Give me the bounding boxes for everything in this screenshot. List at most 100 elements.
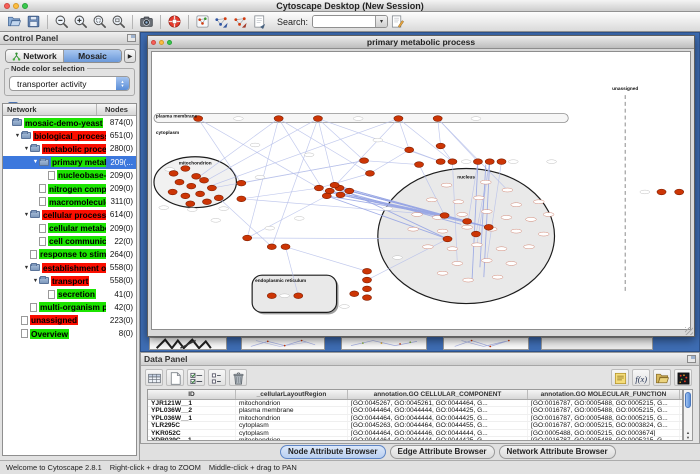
- node-label-pill[interactable]: [265, 226, 275, 230]
- attribute-matrix-button[interactable]: [674, 369, 692, 386]
- table-column-header[interactable]: annotation.GO MOLECULAR_FUNCTION: [528, 390, 680, 399]
- search-options-button[interactable]: [388, 13, 407, 31]
- table-cell[interactable]: [GO:0005488, GO:0005215, GO:0003674]: [528, 430, 680, 436]
- graph-edge[interactable]: [409, 150, 440, 162]
- graph-node[interactable]: [187, 183, 196, 189]
- node-label-pill[interactable]: [480, 180, 491, 184]
- graph-node[interactable]: [443, 236, 452, 242]
- graph-node[interactable]: [274, 116, 283, 122]
- node-label-pill[interactable]: [452, 261, 463, 265]
- node-color-select[interactable]: transporter activity ▲▼: [9, 76, 130, 91]
- node-label-pill[interactable]: [373, 138, 383, 142]
- table-cell[interactable]: YPL036W__2: [148, 407, 236, 413]
- network-window-titlebar[interactable]: primary metabolic process: [148, 36, 694, 49]
- tree-row[interactable]: unassigned223(0): [3, 314, 136, 327]
- zoom-fit-button[interactable]: [109, 13, 128, 31]
- expand-arrow-icon[interactable]: ▼: [32, 278, 39, 284]
- tree-row[interactable]: cellular metabol209(0): [3, 222, 136, 235]
- tree-row[interactable]: response to stimulu264(0): [3, 248, 136, 261]
- tab-network[interactable]: Network: [6, 50, 63, 62]
- graph-node[interactable]: [360, 158, 369, 164]
- graph-node[interactable]: [362, 295, 371, 301]
- scrollbar-thumb[interactable]: [685, 392, 691, 408]
- node-label-pill[interactable]: [472, 243, 483, 247]
- background-window-thumbnail[interactable]: [541, 337, 653, 350]
- table-cell[interactable]: [GO:0044464, GO:0044446, GO:0044444, G..…: [348, 430, 528, 436]
- tab-mosaic[interactable]: Mosaic: [64, 50, 121, 62]
- node-label-pill[interactable]: [340, 305, 350, 309]
- network-manager-button[interactable]: [193, 13, 212, 31]
- more-tabs-button[interactable]: ▶: [124, 49, 136, 63]
- network-view-window[interactable]: primary metabolic process plasma: [147, 35, 695, 337]
- table-column-header[interactable]: _cellularLayoutRegion: [236, 390, 348, 399]
- graph-node[interactable]: [237, 180, 246, 186]
- table-cell[interactable]: YKR052C: [148, 430, 236, 436]
- table-cell[interactable]: [GO:0016787, GO:0005488, GO:0005215, G..…: [528, 407, 680, 413]
- unselect-all-attributes-button[interactable]: [208, 369, 226, 386]
- import-network-button[interactable]: [212, 13, 231, 31]
- graph-node[interactable]: [362, 286, 371, 292]
- network-canvas[interactable]: plasma membrane cytoplasm mitochondrion …: [151, 51, 691, 330]
- graph-node[interactable]: [207, 185, 216, 191]
- tree-row[interactable]: ▼biological_process651(0): [3, 129, 136, 142]
- select-all-attributes-button[interactable]: [187, 369, 205, 386]
- node-label-pill[interactable]: [471, 117, 481, 121]
- zoom-selected-button[interactable]: [90, 13, 109, 31]
- graph-node[interactable]: [313, 116, 322, 122]
- table-cell[interactable]: [GO:0044464, GO:0044444, GO:0044425, G..…: [348, 437, 528, 441]
- graph-edge[interactable]: [335, 119, 399, 187]
- node-label-pill[interactable]: [250, 143, 260, 147]
- tree-row[interactable]: ▼metabolic process280(0): [3, 142, 136, 155]
- node-label-pill[interactable]: [492, 275, 503, 279]
- table-cell[interactable]: YLR295C: [148, 422, 236, 428]
- expand-arrow-icon[interactable]: ▼: [23, 146, 30, 152]
- table-cell[interactable]: [GO:0044464, GO:0044444, GO:0044425, G..…: [348, 415, 528, 421]
- table-cell[interactable]: mitochondrion: [236, 415, 348, 421]
- table-cell[interactable]: [GO:0016787, GO:0005215, GO:0003824, G..…: [528, 422, 680, 428]
- table-cell[interactable]: plasma membrane: [236, 407, 348, 413]
- graph-edge[interactable]: [272, 119, 318, 247]
- graph-edge[interactable]: [364, 161, 419, 165]
- tree-row[interactable]: ▼cellular process614(0): [3, 208, 136, 221]
- node-label-pill[interactable]: [437, 271, 448, 275]
- graph-node[interactable]: [181, 166, 190, 172]
- tab-node-attribute-browser[interactable]: Node Attribute Browser: [280, 445, 386, 459]
- graph-node[interactable]: [243, 235, 252, 241]
- graph-node[interactable]: [485, 159, 494, 165]
- node-label-pill[interactable]: [481, 210, 492, 214]
- background-window-thumbnail[interactable]: [241, 337, 325, 350]
- select-attributes-button[interactable]: [145, 369, 163, 386]
- node-label-pill[interactable]: [233, 117, 243, 121]
- tab-network-attribute-browser[interactable]: Network Attribute Browser: [499, 445, 616, 459]
- node-label-pill[interactable]: [547, 160, 557, 164]
- graph-node[interactable]: [169, 171, 178, 177]
- graph-node[interactable]: [675, 189, 684, 195]
- search-dropdown-button[interactable]: ▾: [375, 16, 387, 27]
- graph-node[interactable]: [186, 201, 195, 207]
- graph-node[interactable]: [436, 159, 445, 165]
- table-row[interactable]: YPL036W__1mitochondrion[GO:0044464, GO:0…: [148, 415, 682, 422]
- tree-row[interactable]: mosaic-demo-yeast874(0): [3, 116, 136, 129]
- table-cell[interactable]: [GO:0045263, GO:0044464, GO:0044455, G..…: [348, 422, 528, 428]
- graph-node[interactable]: [200, 177, 209, 183]
- node-label-pill[interactable]: [255, 175, 265, 179]
- node-label-pill[interactable]: [383, 207, 393, 211]
- graph-edge[interactable]: [241, 188, 319, 199]
- scrollbar-arrows[interactable]: ▲▼: [684, 430, 692, 440]
- help-button[interactable]: [165, 13, 184, 31]
- table-row[interactable]: YLR295Ccytoplasm[GO:0045263, GO:0044464,…: [148, 422, 682, 429]
- node-label-pill[interactable]: [481, 259, 492, 263]
- table-column-header[interactable]: ID: [148, 390, 236, 399]
- graph-node[interactable]: [657, 189, 666, 195]
- node-label-pill[interactable]: [502, 188, 513, 192]
- graph-node[interactable]: [345, 188, 354, 194]
- graph-node[interactable]: [168, 189, 177, 195]
- node-label-pill[interactable]: [426, 198, 437, 202]
- graph-node[interactable]: [237, 196, 246, 202]
- node-label-pill[interactable]: [457, 213, 468, 217]
- graph-edge[interactable]: [247, 196, 327, 238]
- graph-node[interactable]: [196, 191, 205, 197]
- graph-node[interactable]: [497, 159, 506, 165]
- node-label-pill[interactable]: [508, 160, 518, 164]
- tree-row[interactable]: macromolecule311(0): [3, 195, 136, 208]
